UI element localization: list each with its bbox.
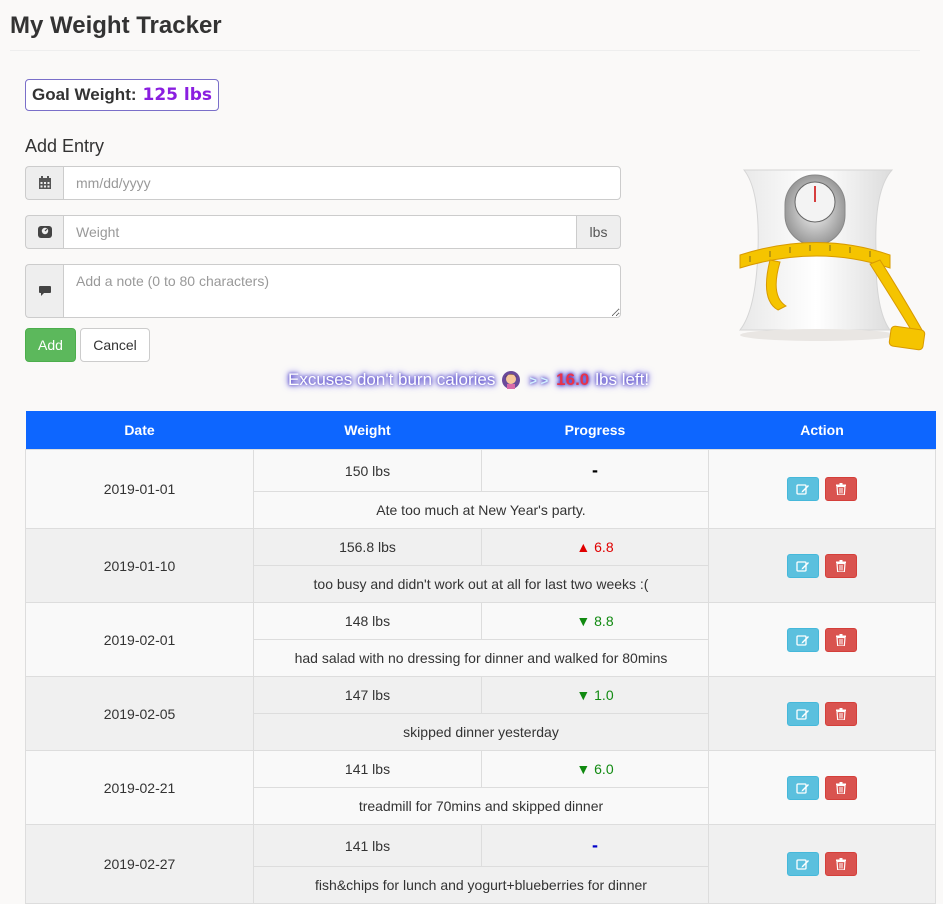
date-input-group [25, 166, 621, 200]
edit-button[interactable] [787, 477, 820, 501]
entry-actions [708, 449, 936, 529]
goal-weight-badge: Goal Weight: 125 lbs [25, 79, 220, 111]
comment-icon [25, 264, 63, 318]
delete-button[interactable] [824, 852, 857, 876]
edit-icon [796, 782, 810, 794]
edit-icon [796, 484, 810, 495]
motivation-text: Excuses don't burn calories [288, 370, 496, 389]
weight-unit: lbs [577, 215, 621, 249]
entry-progress: ▼ 1.0 [481, 676, 709, 714]
table-row: 2019-02-27 141 lbs - [25, 824, 936, 904]
pounds-remaining: 16.0 [556, 370, 590, 389]
table-header-row: Date Weight Progress Action [25, 411, 936, 450]
entry-progress: - [481, 449, 709, 492]
calendar-icon [25, 166, 63, 200]
entry-date: 2019-02-21 [25, 750, 254, 825]
entry-weight: 141 lbs [253, 824, 482, 867]
entry-note: had salad with no dressing for dinner an… [253, 639, 709, 677]
edit-button[interactable] [787, 852, 820, 876]
weight-input-group: lbs [25, 215, 621, 249]
column-header-action: Action [708, 411, 936, 450]
page-title: My Weight Tracker [10, 12, 222, 39]
scale-illustration [738, 169, 926, 351]
trash-icon [835, 858, 846, 870]
entries-table: Date Weight Progress Action 2019-01-01 1… [25, 411, 936, 904]
entry-note: too busy and didn't work out at all for … [253, 565, 709, 603]
delete-button[interactable] [824, 775, 857, 800]
motivation-banner: Excuses don't burn calories > > 16.0 lbs… [288, 368, 688, 392]
entry-actions [708, 528, 936, 603]
edit-icon [796, 634, 810, 646]
add-entry-heading: Add Entry [25, 136, 105, 156]
edit-icon [796, 859, 810, 870]
table-row: 2019-02-05 147 lbs ▼ 1.0 [25, 676, 936, 751]
trash-icon [835, 707, 846, 720]
scale-icon [25, 215, 63, 249]
delete-button[interactable] [824, 701, 857, 726]
entry-weight: 148 lbs [253, 602, 482, 640]
add-button[interactable]: Add [25, 328, 76, 362]
emoji-woman-icon [502, 371, 521, 389]
entry-progress: - [481, 824, 709, 867]
trash-icon [835, 633, 846, 646]
trash-icon [835, 483, 846, 495]
note-input[interactable] [63, 264, 621, 318]
entry-weight: 147 lbs [253, 676, 482, 714]
cancel-button[interactable]: Cancel [80, 328, 150, 362]
weight-input[interactable] [63, 215, 577, 249]
trash-icon [835, 781, 846, 794]
entry-progress: ▲ 6.8 [481, 528, 709, 566]
edit-button[interactable] [787, 775, 820, 800]
table-row: 2019-01-01 150 lbs - [25, 449, 936, 529]
entry-note: skipped dinner yesterday [253, 713, 709, 751]
entry-date: 2019-02-05 [25, 676, 254, 751]
edit-icon [796, 560, 810, 572]
entry-actions [708, 750, 936, 825]
entry-weight: 141 lbs [253, 750, 482, 788]
entry-progress: ▼ 8.8 [481, 602, 709, 640]
date-input[interactable] [63, 166, 621, 200]
entry-date: 2019-02-27 [25, 824, 254, 904]
delete-button[interactable] [824, 553, 857, 578]
entry-date: 2019-01-01 [25, 449, 254, 529]
trash-icon [835, 559, 846, 572]
table-row: 2019-02-01 148 lbs ▼ 8.8 [25, 602, 936, 677]
goal-weight-label: Goal Weight: [32, 85, 137, 104]
entry-weight: 150 lbs [253, 449, 482, 492]
entry-actions [708, 676, 936, 751]
edit-button[interactable] [787, 553, 820, 578]
entry-actions [708, 824, 936, 904]
edit-button[interactable] [787, 627, 820, 652]
delete-button[interactable] [824, 477, 857, 501]
delete-button[interactable] [824, 627, 857, 652]
column-header-progress: Progress [481, 411, 709, 450]
goal-weight-value: 125 lbs [142, 85, 213, 105]
entry-note: Ate too much at New Year's party. [253, 491, 709, 529]
entry-note: treadmill for 70mins and skipped dinner [253, 787, 709, 825]
note-input-group [25, 264, 621, 318]
table-row: 2019-01-10 156.8 lbs ▲ 6.8 [25, 528, 936, 603]
entry-actions [708, 602, 936, 677]
column-header-date: Date [25, 411, 254, 450]
entry-date: 2019-01-10 [25, 528, 254, 603]
entry-date: 2019-02-01 [25, 602, 254, 677]
title-divider [10, 50, 920, 51]
edit-icon [796, 708, 810, 720]
column-header-weight: Weight [253, 411, 482, 450]
entry-weight: 156.8 lbs [253, 528, 482, 566]
table-row: 2019-02-21 141 lbs ▼ 6.0 [25, 750, 936, 825]
motivation-suffix: lbs left! [595, 370, 650, 389]
entry-note: fish&chips for lunch and yogurt+blueberr… [253, 866, 709, 904]
edit-button[interactable] [787, 701, 820, 726]
entry-progress: ▼ 6.0 [481, 750, 709, 788]
motivation-arrows: > > [529, 372, 549, 388]
